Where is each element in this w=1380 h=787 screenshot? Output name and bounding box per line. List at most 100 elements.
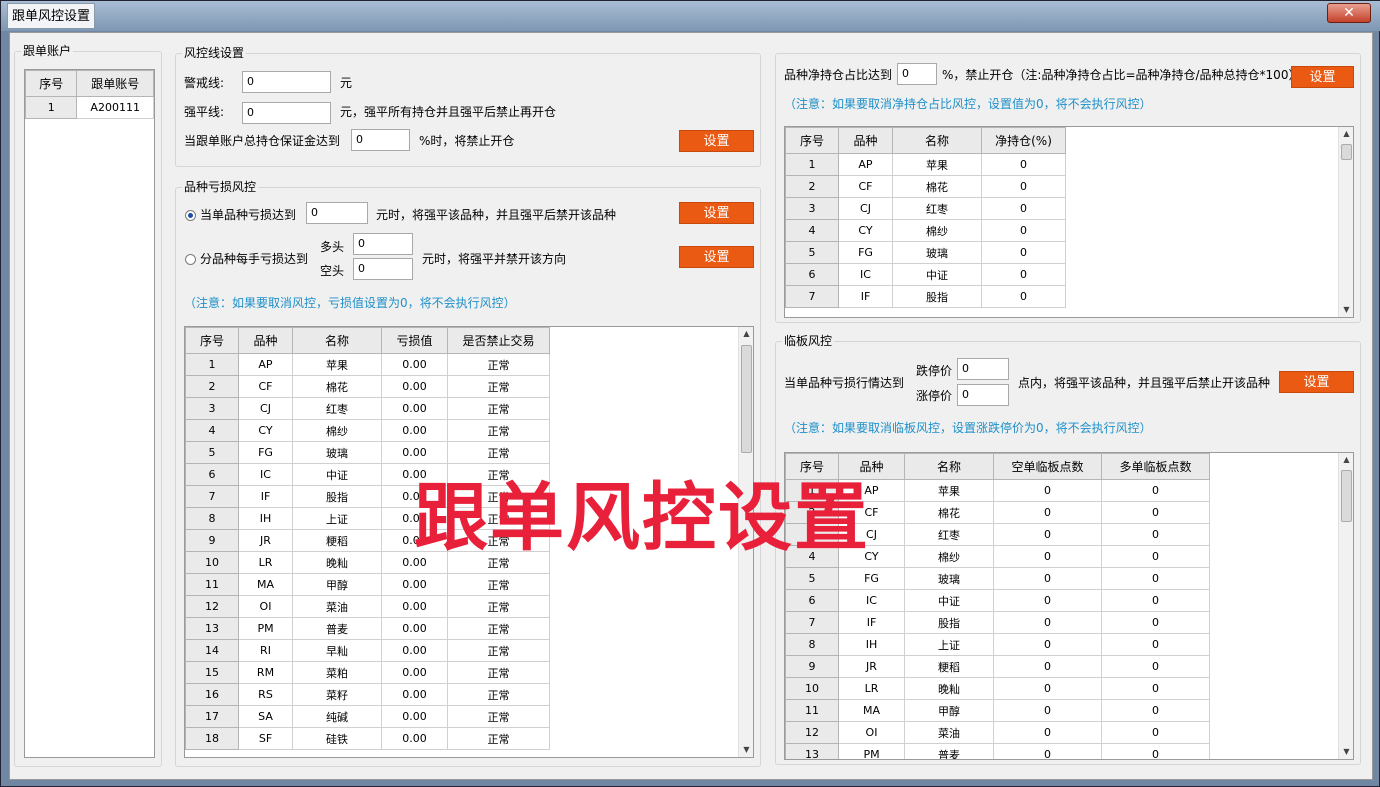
loss-note: （注意：如果要取消风控，亏损值设置为0，将不会执行风控） [184, 296, 516, 310]
scroll-thumb[interactable] [1341, 470, 1352, 522]
scroll-thumb[interactable] [741, 345, 752, 453]
table-row[interactable]: 6 IC 中证 0 [785, 263, 1066, 286]
limit-set-button[interactable]: 设置 [1279, 371, 1354, 393]
margin-input[interactable]: 0 [351, 129, 410, 151]
table-row[interactable]: 7 IF 股指 0 0 [785, 611, 1210, 634]
single-loss-radio[interactable] [185, 210, 196, 221]
single-loss-input[interactable]: 0 [306, 202, 368, 224]
down-limit-input[interactable]: 0 [957, 358, 1009, 380]
table-cell: 1 [785, 153, 839, 176]
per-lot-loss-label: 分品种每手亏损达到 [200, 252, 309, 266]
table-header-row: 序号 跟单账号 [25, 70, 154, 97]
netpos-set-button[interactable]: 设置 [1291, 66, 1354, 88]
down-limit-label: 跌停价 [916, 364, 953, 378]
warn-line-input[interactable]: 0 [242, 71, 331, 93]
table-row[interactable]: 1 A200111 [25, 96, 154, 119]
table-row[interactable]: 1 AP 苹果 0.00 正常 [185, 353, 550, 376]
table-row[interactable]: 12 OI 菜油 0.00 正常 [185, 595, 550, 618]
table-cell: 0 [1101, 545, 1210, 568]
column-header[interactable]: 品种 [838, 127, 893, 154]
scroll-down-icon[interactable]: ▼ [1339, 745, 1353, 759]
scroll-up-icon[interactable]: ▲ [739, 327, 753, 341]
single-loss-set-button[interactable]: 设置 [679, 202, 754, 224]
table-row[interactable]: 1 AP 苹果 0 [785, 153, 1066, 176]
table-row[interactable]: 17 SA 纯碱 0.00 正常 [185, 705, 550, 728]
column-header[interactable]: 名称 [904, 453, 994, 480]
riskline-set-button[interactable]: 设置 [679, 130, 754, 152]
per-lot-loss-radio[interactable] [185, 254, 196, 265]
table-cell: 0 [981, 241, 1066, 264]
table-cell: 7 [785, 611, 839, 634]
table-row[interactable]: 10 LR 晚籼 0 0 [785, 677, 1210, 700]
scroll-down-icon[interactable]: ▼ [739, 743, 753, 757]
table-row[interactable]: 8 IH 上证 0 0 [785, 633, 1210, 656]
per-lot-loss-set-button[interactable]: 设置 [679, 246, 754, 268]
table-cell: 10 [785, 677, 839, 700]
column-header[interactable]: 序号 [25, 70, 78, 97]
long-input[interactable]: 0 [353, 233, 413, 255]
netpos-table-scrollbar[interactable]: ▲ ▼ [1338, 127, 1353, 317]
table-cell: 14 [185, 639, 239, 662]
table-row[interactable]: 16 RS 菜籽 0.00 正常 [185, 683, 550, 706]
table-row[interactable]: 11 MA 甲醇 0 0 [785, 699, 1210, 722]
close-button[interactable]: ✕ [1327, 3, 1371, 23]
netpos-desc: %，禁止开仓（注:品种净持仓占比=品种净持仓/品种总持仓*100） [942, 68, 1301, 82]
table-cell: IF [838, 285, 893, 308]
table-row[interactable]: 15 RM 菜粕 0.00 正常 [185, 661, 550, 684]
table-row[interactable]: 3 CJ 红枣 0.00 正常 [185, 397, 550, 420]
table-row[interactable]: 13 PM 普麦 0 0 [785, 743, 1210, 759]
table-row[interactable]: 13 PM 普麦 0.00 正常 [185, 617, 550, 640]
table-row[interactable]: 12 OI 菜油 0 0 [785, 721, 1210, 744]
column-header[interactable]: 是否禁止交易 [447, 327, 550, 354]
table-row[interactable]: 14 RI 早籼 0.00 正常 [185, 639, 550, 662]
table-cell: 8 [785, 633, 839, 656]
table-row[interactable]: 4 CY 棉纱 0 [785, 219, 1066, 242]
table-row[interactable]: 5 FG 玻璃 0.00 正常 [185, 441, 550, 464]
column-header[interactable]: 净持仓(%) [981, 127, 1066, 154]
netpos-input[interactable]: 0 [897, 63, 937, 85]
table-cell: 0.00 [381, 705, 448, 728]
table-cell: 11 [185, 573, 239, 596]
table-cell: 1 [25, 96, 78, 119]
table-row[interactable]: 2 CF 棉花 0 [785, 175, 1066, 198]
table-row[interactable]: 5 FG 玻璃 0 0 [785, 567, 1210, 590]
table-row[interactable]: 11 MA 甲醇 0.00 正常 [185, 573, 550, 596]
force-line-input[interactable]: 0 [242, 102, 331, 124]
column-header[interactable]: 多单临板点数 [1101, 453, 1210, 480]
limit-table-scrollbar[interactable]: ▲ ▼ [1338, 453, 1353, 759]
table-cell: 2 [785, 175, 839, 198]
table-row[interactable]: 3 CJ 红枣 0 [785, 197, 1066, 220]
scroll-up-icon[interactable]: ▲ [1339, 453, 1353, 467]
column-header[interactable]: 品种 [238, 327, 293, 354]
table-cell: OI [838, 721, 905, 744]
table-row[interactable]: 18 SF 硅铁 0.00 正常 [185, 727, 550, 750]
column-header[interactable]: 跟单账号 [76, 70, 154, 97]
table-cell: 0 [1101, 633, 1210, 656]
scroll-up-icon[interactable]: ▲ [1339, 127, 1353, 141]
table-cell: 6 [185, 463, 239, 486]
short-input[interactable]: 0 [353, 258, 413, 280]
table-cell: 0 [981, 197, 1066, 220]
up-limit-input[interactable]: 0 [957, 384, 1009, 406]
column-header[interactable]: 亏损值 [381, 327, 448, 354]
table-row[interactable]: 9 JR 粳稻 0 0 [785, 655, 1210, 678]
column-header[interactable]: 序号 [785, 127, 839, 154]
table-cell: CY [838, 219, 893, 242]
column-header[interactable]: 序号 [185, 327, 239, 354]
table-cell: 0.00 [381, 639, 448, 662]
table-cell: 0.00 [381, 683, 448, 706]
table-row[interactable]: 5 FG 玻璃 0 [785, 241, 1066, 264]
table-row[interactable]: 7 IF 股指 0 [785, 285, 1066, 308]
table-cell: 0 [993, 545, 1102, 568]
column-header[interactable]: 空单临板点数 [993, 453, 1102, 480]
table-row[interactable]: 6 IC 中证 0 0 [785, 589, 1210, 612]
table-cell: CJ [238, 397, 293, 420]
column-header[interactable]: 名称 [292, 327, 382, 354]
table-row[interactable]: 2 CF 棉花 0.00 正常 [185, 375, 550, 398]
scroll-thumb[interactable] [1341, 144, 1352, 160]
column-header[interactable]: 名称 [892, 127, 982, 154]
scroll-down-icon[interactable]: ▼ [1339, 303, 1353, 317]
table-cell: 6 [785, 589, 839, 612]
table-cell: 菜粕 [292, 661, 382, 684]
table-row[interactable]: 4 CY 棉纱 0.00 正常 [185, 419, 550, 442]
